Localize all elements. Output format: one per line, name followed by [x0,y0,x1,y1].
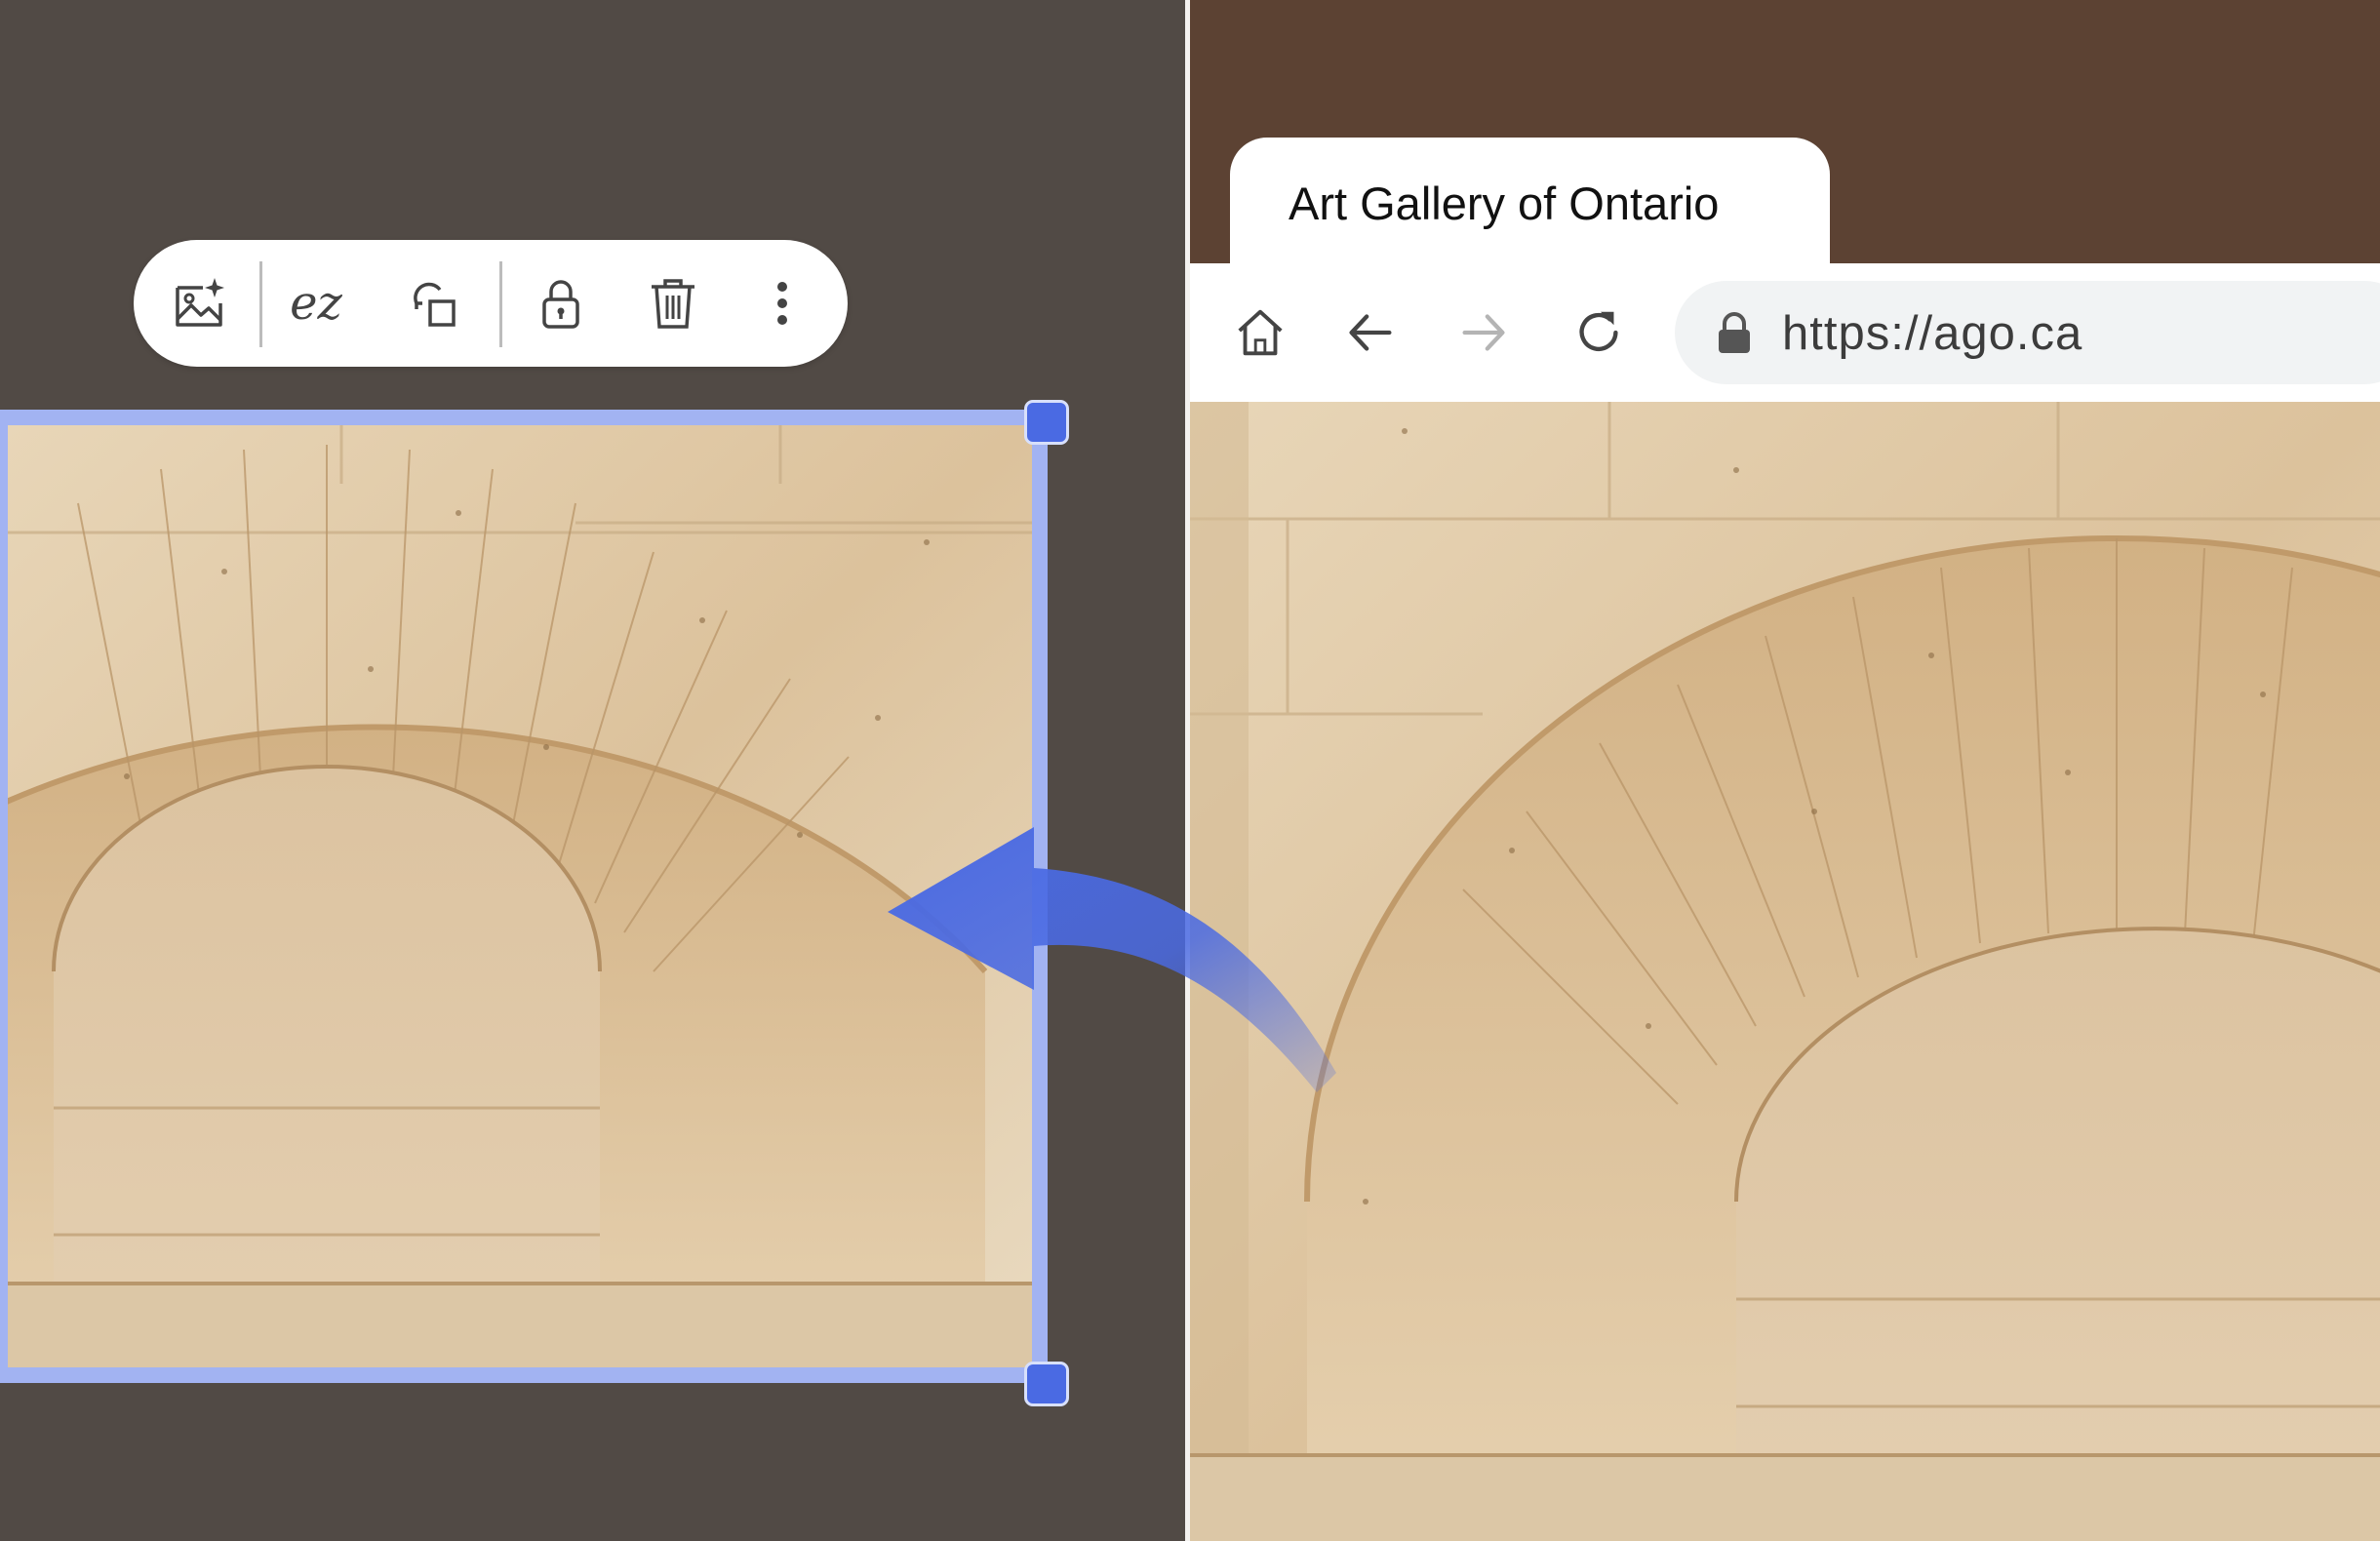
more-vertical-icon [777,282,787,325]
duplicate-button[interactable] [402,269,470,337]
delete-button[interactable] [639,269,707,337]
url-text: https://ago.ca [1782,307,2083,360]
trash-icon [652,279,694,329]
ai-image-icon [176,278,224,327]
image-toolbar: ez [134,240,848,367]
reload-icon [1579,311,1618,352]
selected-image[interactable] [0,425,1032,1367]
resize-handle-bottom-right[interactable] [1024,1362,1069,1406]
webpage-image [1190,402,2380,1541]
back-button[interactable] [1336,298,1405,367]
lock-icon [542,280,579,329]
back-icon [1349,314,1392,351]
secure-lock-icon [1719,312,1750,353]
editor-canvas: ez [0,0,1185,1541]
address-bar[interactable]: https://ago.ca [1675,281,2380,384]
ai-image-button[interactable] [165,269,233,337]
forward-button[interactable] [1449,298,1518,367]
duplicate-icon [414,282,456,327]
resize-handle-top-right[interactable] [1024,400,1069,445]
signature-button[interactable]: ez [282,269,350,337]
more-options-button[interactable] [748,269,816,337]
lock-button[interactable] [527,269,595,337]
forward-icon [1462,314,1505,351]
reload-button[interactable] [1565,298,1633,367]
signature-icon: ez [290,276,342,331]
browser-tab[interactable]: Art Gallery of Ontario [1230,138,1830,274]
browser-window: Art Gallery of Ontario https://ago.ca [1190,0,2380,1541]
tab-title: Art Gallery of Ontario [1289,178,1720,229]
toolbar-separator [259,261,262,347]
home-button[interactable] [1226,298,1294,367]
browser-toolbar: https://ago.ca [1190,263,2380,402]
toolbar-separator [499,261,502,347]
home-icon [1238,309,1283,356]
